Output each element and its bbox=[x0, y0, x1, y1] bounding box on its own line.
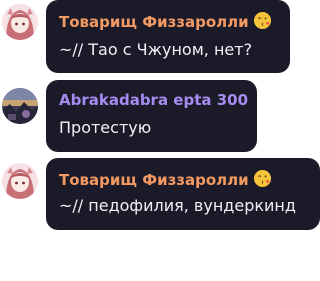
author-name[interactable]: Товарищ Физзаролли bbox=[59, 169, 272, 192]
user-avatar[interactable] bbox=[2, 4, 38, 40]
message-text: ~// педофилия, вундеркинд bbox=[59, 196, 296, 215]
user-avatar[interactable] bbox=[2, 163, 38, 199]
message-text: Протестую bbox=[59, 118, 152, 137]
message-bubble: Товарищ Физзаролли ~// Тао с Чжуном, нет… bbox=[46, 0, 290, 73]
anime-girl-avatar-icon bbox=[2, 163, 38, 199]
author-name[interactable]: Товарищ Физзаролли bbox=[59, 11, 272, 34]
kissing-face-heart-icon bbox=[253, 11, 272, 34]
author-name[interactable]: Abrakadabra epta 300 bbox=[59, 91, 248, 109]
message-bubble: Abrakadabra epta 300 Протестую bbox=[46, 80, 257, 152]
kissing-face-heart-icon bbox=[253, 169, 272, 192]
user-avatar[interactable] bbox=[2, 88, 38, 124]
dark-scene-avatar-icon bbox=[2, 88, 38, 124]
author-name-label: Товарищ Физзаролли bbox=[59, 13, 249, 31]
author-name-label: Товарищ Физзаролли bbox=[59, 171, 249, 189]
author-name-label: Abrakadabra epta 300 bbox=[59, 91, 249, 109]
anime-girl-avatar-icon bbox=[2, 4, 38, 40]
message-text: ~// Тао с Чжуном, нет? bbox=[59, 40, 253, 59]
chat-feed: Товарищ Физзаролли ~// Тао с Чжуном, нет… bbox=[0, 0, 320, 281]
message-bubble: Товарищ Физзаролли ~// педофилия, вундер… bbox=[46, 158, 320, 230]
